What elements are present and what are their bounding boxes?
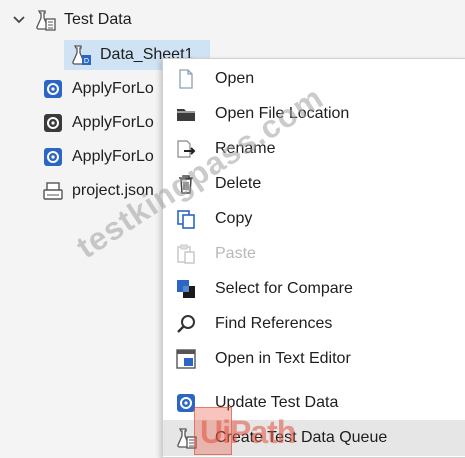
json-file-icon: [42, 180, 64, 202]
menu-item-label: Find References: [215, 315, 333, 332]
menu-item-copy[interactable]: Copy: [163, 201, 465, 237]
tree-item-label: ApplyForLo: [72, 80, 154, 97]
trash-icon: [175, 173, 197, 195]
workflow-file-icon: [42, 112, 64, 134]
test-data-icon: [34, 9, 56, 31]
menu-item-label: Open File Location: [215, 105, 350, 122]
menu-item-open[interactable]: Open: [163, 61, 465, 97]
compare-icon: [175, 278, 197, 300]
folder-icon: [175, 103, 197, 125]
text-editor-icon: [175, 348, 197, 370]
workflow-file-icon: [42, 78, 64, 100]
menu-item-label: Create Test Data Queue: [215, 429, 388, 446]
tree-item-label: ApplyForLo: [72, 148, 154, 165]
menu-item-find-references[interactable]: Find References: [163, 306, 465, 342]
menu-item-label: Open: [215, 70, 255, 87]
magnifier-icon: [175, 313, 197, 335]
tree-folder-label: Test Data: [64, 11, 132, 28]
uipath-logo-icon: [194, 407, 232, 455]
tree-item-label: project.json: [72, 182, 154, 199]
menu-item-label: Delete: [215, 175, 262, 192]
menu-item-rename[interactable]: Rename: [163, 131, 465, 167]
chevron-down-icon[interactable]: [12, 13, 26, 27]
svg-text:D: D: [84, 57, 89, 65]
tree-item-workflow[interactable]: ApplyForLo: [42, 74, 154, 104]
menu-item-open-in-text-editor[interactable]: Open in Text Editor: [163, 341, 465, 377]
menu-item-select-for-compare[interactable]: Select for Compare: [163, 271, 465, 307]
tree-item-workflow[interactable]: ApplyForLo: [42, 142, 154, 172]
menu-item-open-file-location[interactable]: Open File Location: [163, 96, 465, 132]
tree-item-label: ApplyForLo: [72, 114, 154, 131]
rename-icon: [175, 138, 197, 160]
tree-item-project-json[interactable]: project.json: [42, 176, 154, 206]
menu-item-label: Open in Text Editor: [215, 350, 351, 367]
menu-item-paste: Paste: [163, 236, 465, 272]
test-data-file-icon: D: [70, 44, 92, 66]
copy-icon: [175, 208, 197, 230]
menu-item-label: Update Test Data: [215, 394, 339, 411]
workflow-file-icon: [42, 146, 64, 168]
blank-file-icon: [175, 68, 197, 90]
menu-item-label: Select for Compare: [215, 280, 353, 297]
tree-folder-test-data[interactable]: Test Data: [12, 5, 132, 35]
menu-item-label: Paste: [215, 245, 256, 262]
menu-item-label: Copy: [215, 210, 253, 227]
tree-item-workflow[interactable]: ApplyForLo: [42, 108, 154, 138]
paste-icon: [175, 243, 197, 265]
menu-item-delete[interactable]: Delete: [163, 166, 465, 202]
context-menu: Open Open File Location Rename Delete Co…: [162, 58, 465, 458]
menu-item-label: Rename: [215, 140, 276, 157]
